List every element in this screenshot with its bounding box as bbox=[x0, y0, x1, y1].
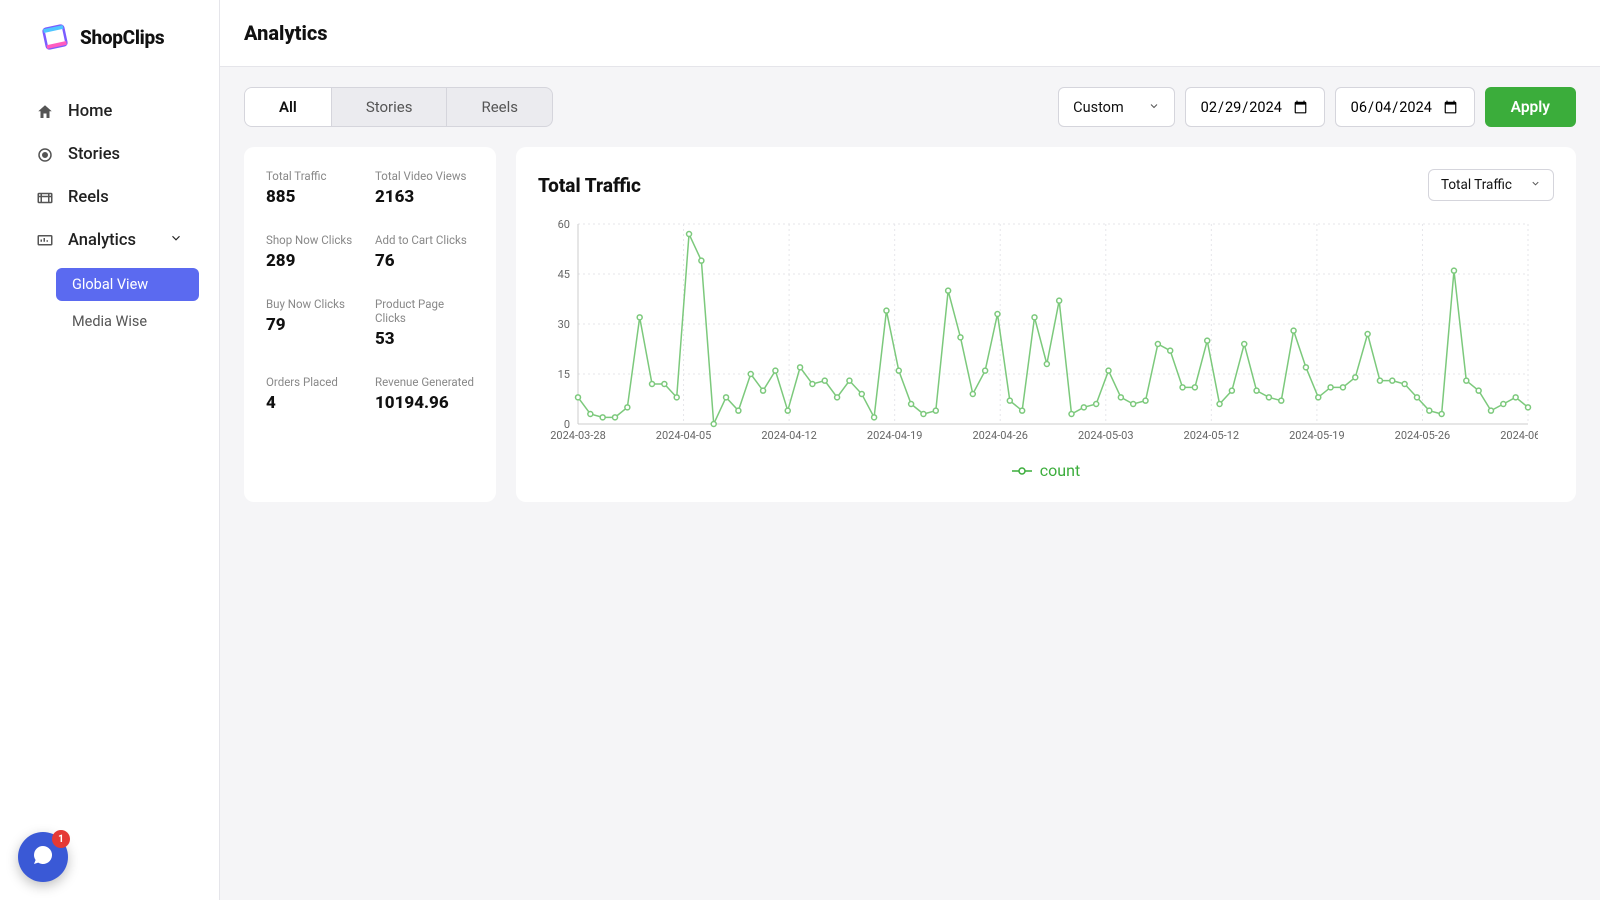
chart-card: Total Traffic Total Traffic 015304560202… bbox=[516, 147, 1576, 502]
subnav-media-wise[interactable]: Media Wise bbox=[56, 305, 199, 338]
svg-text:15: 15 bbox=[558, 368, 570, 381]
tab-reels[interactable]: Reels bbox=[447, 88, 552, 126]
sidebar: ShopClips Home Stories Reels Analytics G… bbox=[0, 0, 220, 900]
date-start-input[interactable] bbox=[1200, 98, 1310, 117]
chart-metric-select[interactable]: Total Traffic bbox=[1428, 169, 1554, 201]
filters: Custom Apply bbox=[1058, 87, 1576, 127]
stat-label: Product Page Clicks bbox=[375, 297, 474, 325]
target-icon bbox=[36, 146, 54, 164]
toolbar: All Stories Reels Custom Apply bbox=[220, 67, 1600, 127]
analytics-subnav: Global View Media Wise bbox=[20, 262, 199, 338]
svg-text:2024-05-12: 2024-05-12 bbox=[1184, 429, 1240, 442]
chart-icon bbox=[36, 232, 54, 250]
app-name: ShopClips bbox=[80, 26, 164, 49]
chart-legend: count bbox=[538, 461, 1554, 480]
svg-text:60: 60 bbox=[558, 219, 570, 231]
stat-value: 10194.96 bbox=[375, 393, 474, 413]
svg-text:45: 45 bbox=[558, 268, 570, 281]
film-icon bbox=[40, 22, 70, 52]
chat-badge: 1 bbox=[52, 830, 70, 848]
nav-label: Reels bbox=[68, 188, 109, 207]
stat-total-traffic: Total Traffic 885 bbox=[266, 169, 365, 207]
date-end[interactable] bbox=[1335, 87, 1475, 127]
date-end-input[interactable] bbox=[1350, 98, 1460, 117]
stat-value: 2163 bbox=[375, 187, 474, 207]
home-icon bbox=[36, 103, 54, 121]
stat-label: Revenue Generated bbox=[375, 375, 474, 389]
svg-text:2024-03-28: 2024-03-28 bbox=[550, 429, 606, 442]
sidebar-item-home[interactable]: Home bbox=[20, 90, 199, 133]
range-value: Custom bbox=[1073, 99, 1124, 116]
logo: ShopClips bbox=[0, 0, 219, 72]
svg-text:2024-06-03: 2024-06-03 bbox=[1500, 429, 1538, 442]
stat-value: 289 bbox=[266, 251, 365, 271]
chevron-down-icon bbox=[1530, 177, 1541, 193]
stat-value: 79 bbox=[266, 315, 365, 335]
sidebar-item-reels[interactable]: Reels bbox=[20, 176, 199, 219]
subnav-global-view[interactable]: Global View bbox=[56, 268, 199, 301]
sidebar-nav: Home Stories Reels Analytics Global View… bbox=[0, 72, 219, 342]
stat-value: 885 bbox=[266, 187, 365, 207]
stat-add-cart: Add to Cart Clicks 76 bbox=[375, 233, 474, 271]
apply-button[interactable]: Apply bbox=[1485, 87, 1576, 127]
sidebar-item-analytics[interactable]: Analytics bbox=[20, 219, 199, 262]
chart-title: Total Traffic bbox=[538, 174, 641, 197]
legend-label: count bbox=[1040, 461, 1080, 480]
stat-product-page: Product Page Clicks 53 bbox=[375, 297, 474, 349]
stat-label: Add to Cart Clicks bbox=[375, 233, 474, 247]
tab-stories[interactable]: Stories bbox=[332, 88, 448, 126]
tab-all[interactable]: All bbox=[245, 88, 332, 126]
stat-value: 53 bbox=[375, 329, 474, 349]
chat-icon bbox=[31, 843, 55, 871]
range-select[interactable]: Custom bbox=[1058, 87, 1175, 127]
svg-text:2024-04-12: 2024-04-12 bbox=[761, 429, 817, 442]
legend-marker-icon bbox=[1012, 466, 1032, 476]
stat-label: Total Traffic bbox=[266, 169, 365, 183]
chevron-down-icon bbox=[1148, 99, 1160, 116]
stat-label: Buy Now Clicks bbox=[266, 297, 365, 311]
date-start[interactable] bbox=[1185, 87, 1325, 127]
main: Analytics All Stories Reels Custom Apply… bbox=[220, 0, 1600, 900]
svg-text:2024-04-26: 2024-04-26 bbox=[972, 429, 1028, 442]
chevron-down-icon bbox=[169, 231, 183, 250]
stat-shop-now: Shop Now Clicks 289 bbox=[266, 233, 365, 271]
stat-value: 4 bbox=[266, 393, 365, 413]
sidebar-item-stories[interactable]: Stories bbox=[20, 133, 199, 176]
stat-label: Shop Now Clicks bbox=[266, 233, 365, 247]
nav-label: Home bbox=[68, 102, 112, 121]
svg-text:2024-05-03: 2024-05-03 bbox=[1078, 429, 1134, 442]
stat-label: Orders Placed bbox=[266, 375, 365, 389]
topbar: Analytics bbox=[220, 0, 1600, 67]
reel-icon bbox=[36, 189, 54, 207]
stats-card: Total Traffic 885 Total Video Views 2163 S… bbox=[244, 147, 496, 502]
chat-fab[interactable]: 1 bbox=[18, 832, 68, 882]
svg-text:30: 30 bbox=[558, 318, 570, 331]
chart-metric-value: Total Traffic bbox=[1441, 177, 1512, 193]
nav-label: Analytics bbox=[68, 231, 136, 250]
segment-control: All Stories Reels bbox=[244, 87, 553, 127]
svg-text:2024-04-05: 2024-04-05 bbox=[656, 429, 712, 442]
svg-text:2024-05-19: 2024-05-19 bbox=[1289, 429, 1345, 442]
stat-label: Total Video Views bbox=[375, 169, 474, 183]
stat-value: 76 bbox=[375, 251, 474, 271]
svg-text:2024-04-19: 2024-04-19 bbox=[867, 429, 923, 442]
chart-plot: 0153045602024-03-282024-04-052024-04-122… bbox=[538, 219, 1554, 453]
stat-revenue: Revenue Generated 10194.96 bbox=[375, 375, 474, 413]
chart-header: Total Traffic Total Traffic bbox=[538, 169, 1554, 201]
stat-orders: Orders Placed 4 bbox=[266, 375, 365, 413]
page-title: Analytics bbox=[244, 21, 328, 45]
svg-text:2024-05-26: 2024-05-26 bbox=[1395, 429, 1451, 442]
content: Total Traffic 885 Total Video Views 2163 S… bbox=[220, 127, 1600, 522]
stat-video-views: Total Video Views 2163 bbox=[375, 169, 474, 207]
nav-label: Stories bbox=[68, 145, 120, 164]
stat-buy-now: Buy Now Clicks 79 bbox=[266, 297, 365, 349]
